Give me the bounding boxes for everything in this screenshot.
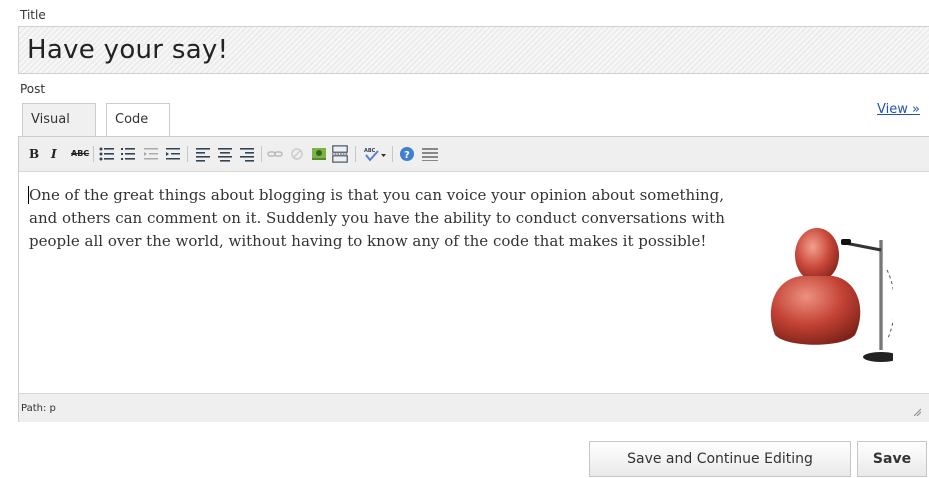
title-input[interactable] (18, 26, 929, 74)
link-icon[interactable] (267, 145, 283, 163)
bold-icon[interactable]: B (29, 145, 39, 163)
toolbar-separator (261, 146, 262, 162)
toolbar-separator (392, 146, 393, 162)
resize-handle-icon[interactable] (913, 408, 921, 416)
align-center-icon[interactable] (217, 145, 233, 163)
post-editor: B I ABC ABC ? One of the great things ab… (18, 136, 929, 422)
tab-visual[interactable]: Visual (22, 103, 96, 136)
align-left-icon[interactable] (195, 145, 211, 163)
editor-statusbar: Path: p (19, 393, 929, 422)
help-icon[interactable]: ? (399, 145, 415, 163)
editor-toolbar: B I ABC ABC ? (19, 137, 929, 172)
toolbar-separator (187, 146, 188, 162)
toolbar-separator (93, 146, 94, 162)
title-label: Title (20, 8, 46, 22)
post-label: Post (20, 82, 46, 96)
align-right-icon[interactable] (239, 145, 255, 163)
numbered-list-icon[interactable] (120, 145, 136, 163)
save-button[interactable]: Save (857, 441, 927, 477)
page-break-icon[interactable] (331, 145, 349, 163)
svg-text:?: ? (404, 150, 410, 161)
spellcheck-icon[interactable]: ABC (363, 145, 387, 163)
svg-text:ABC: ABC (364, 148, 376, 154)
strikethrough-icon[interactable]: ABC (71, 145, 89, 163)
editor-content[interactable]: One of the great things about blogging i… (19, 172, 929, 393)
element-path[interactable]: Path: p (21, 403, 56, 414)
outdent-icon[interactable] (143, 145, 159, 163)
view-link[interactable]: View » (877, 102, 920, 117)
unlink-icon[interactable] (289, 145, 305, 163)
indent-icon[interactable] (165, 145, 181, 163)
kitchen-sink-icon[interactable] (421, 145, 439, 163)
toolbar-separator (355, 146, 356, 162)
italic-icon[interactable]: I (51, 145, 57, 163)
save-and-continue-button[interactable]: Save and Continue Editing (589, 441, 851, 477)
post-body-text[interactable]: One of the great things about blogging i… (29, 184, 739, 253)
insert-image-icon[interactable] (311, 145, 327, 163)
podcast-speaker-image (770, 228, 893, 362)
bullet-list-icon[interactable] (99, 145, 115, 163)
tab-code[interactable]: Code (106, 103, 170, 136)
